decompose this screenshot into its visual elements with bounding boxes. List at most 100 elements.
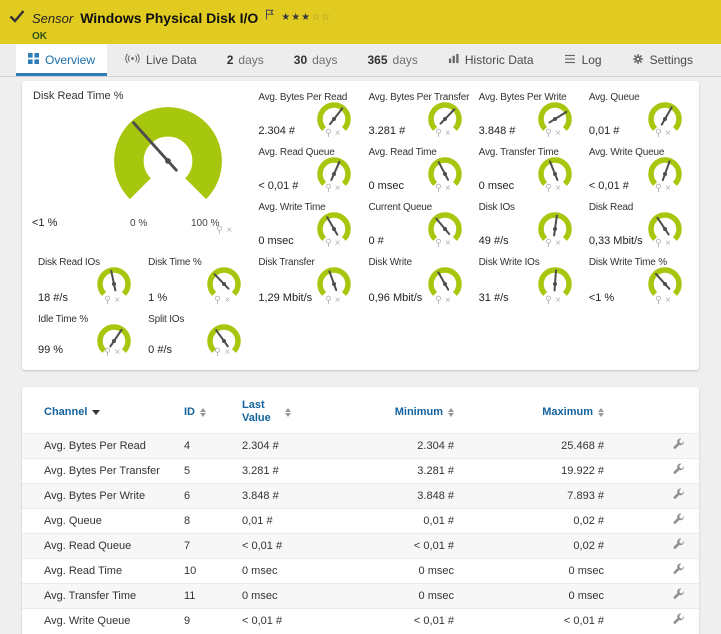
tab-30-days[interactable]: 30 days — [282, 44, 350, 76]
pin-icon[interactable] — [104, 344, 111, 362]
table-row[interactable]: Avg. Bytes Per Write 6 3.848 # 3.848 # 7… — [22, 483, 699, 508]
close-icon[interactable]: × — [665, 240, 671, 248]
pin-icon[interactable] — [655, 180, 662, 198]
channel-gauge[interactable]: Disk Time % 1 % × — [140, 254, 250, 311]
pin-icon[interactable] — [545, 292, 552, 310]
channel-gauge[interactable]: Avg. Queue 0,01 # × — [581, 89, 691, 144]
priority-stars[interactable]: ★★★☆☆ — [281, 13, 331, 23]
channel-settings-wrench-icon[interactable] — [672, 517, 685, 529]
channel-settings-wrench-icon[interactable] — [672, 592, 685, 604]
column-header-last-value[interactable]: Last Value — [242, 399, 348, 425]
close-icon[interactable]: × — [445, 130, 451, 138]
close-icon[interactable]: × — [335, 130, 341, 138]
channel-gauge[interactable]: Avg. Bytes Per Transfer 3.281 # × — [360, 89, 470, 144]
close-icon[interactable]: × — [224, 349, 230, 357]
channel-gauge[interactable]: Disk Write IOs 31 #/s × — [471, 254, 581, 311]
channel-gauge[interactable]: Avg. Read Time 0 msec × — [360, 144, 470, 199]
pin-icon[interactable] — [214, 292, 221, 310]
channel-gauge[interactable]: Idle Time % 99 % × — [30, 311, 140, 363]
channel-gauge[interactable]: Avg. Read Queue < 0,01 # × — [250, 144, 360, 199]
close-icon[interactable]: × — [555, 297, 561, 305]
pin-icon[interactable] — [545, 235, 552, 253]
close-icon[interactable]: × — [445, 185, 451, 193]
channel-settings-wrench-icon[interactable] — [672, 542, 685, 554]
pin-icon[interactable] — [325, 235, 332, 253]
channel-gauge[interactable]: Avg. Write Queue < 0,01 # × — [581, 144, 691, 199]
close-icon[interactable]: × — [445, 297, 451, 305]
tab-live-data[interactable]: Live Data — [113, 44, 209, 76]
sort-icon — [285, 408, 291, 417]
close-icon[interactable]: × — [555, 185, 561, 193]
cell-last-value: < 0,01 # — [242, 540, 348, 552]
pin-icon[interactable] — [435, 180, 442, 198]
channel-gauge[interactable]: Disk Transfer 1,29 Mbit/s × — [250, 254, 360, 311]
pin-icon[interactable] — [435, 235, 442, 253]
tab-historic-data[interactable]: Historic Data — [436, 44, 546, 76]
pin-icon[interactable] — [325, 292, 332, 310]
close-icon[interactable]: × — [665, 297, 671, 305]
channel-gauge[interactable]: Split IOs 0 #/s × — [140, 311, 250, 363]
channel-gauge[interactable]: Current Queue 0 # × — [360, 199, 470, 254]
tab-overview-label: Overview — [45, 53, 95, 67]
tab-log[interactable]: Log — [552, 44, 614, 76]
close-icon[interactable]: × — [335, 185, 341, 193]
column-header-channel[interactable]: Channel — [44, 406, 184, 418]
channel-gauge[interactable]: Disk IOs 49 #/s × — [471, 199, 581, 254]
close-icon[interactable]: × — [555, 240, 561, 248]
channel-settings-wrench-icon[interactable] — [672, 617, 685, 629]
pin-icon[interactable] — [216, 222, 223, 240]
flag-icon[interactable] — [265, 7, 274, 25]
cell-minimum: < 0,01 # — [348, 615, 454, 627]
column-header-minimum[interactable]: Minimum — [348, 406, 454, 418]
table-row[interactable]: Avg. Write Queue 9 < 0,01 # < 0,01 # < 0… — [22, 608, 699, 633]
tab-overview[interactable]: Overview — [16, 44, 107, 76]
channel-gauge[interactable]: Avg. Bytes Per Write 3.848 # × — [471, 89, 581, 144]
pin-icon[interactable] — [104, 292, 111, 310]
gauge-value: 99 % — [38, 344, 63, 356]
close-icon[interactable]: × — [335, 240, 341, 248]
primary-channel-gauge[interactable]: Disk Read Time % <1 % 0 % 100 % × — [30, 89, 250, 254]
table-row[interactable]: Avg. Read Time 10 0 msec 0 msec 0 msec — [22, 558, 699, 583]
close-icon[interactable]: × — [114, 297, 120, 305]
table-row[interactable]: Avg. Queue 8 0,01 # 0,01 # 0,02 # — [22, 508, 699, 533]
close-icon[interactable]: × — [665, 130, 671, 138]
close-icon[interactable]: × — [445, 240, 451, 248]
column-header-id[interactable]: ID — [184, 406, 242, 418]
tab-365-days[interactable]: 365 days — [355, 44, 429, 76]
tab-2-days[interactable]: 2 days — [215, 44, 276, 76]
pin-icon[interactable] — [435, 292, 442, 310]
close-icon[interactable]: × — [335, 297, 341, 305]
channel-settings-wrench-icon[interactable] — [672, 442, 685, 454]
table-row[interactable]: Avg. Transfer Time 11 0 msec 0 msec 0 ms… — [22, 583, 699, 608]
channel-gauge[interactable]: Avg. Transfer Time 0 msec × — [471, 144, 581, 199]
close-icon[interactable]: × — [224, 297, 230, 305]
table-row[interactable]: Avg. Read Queue 7 < 0,01 # < 0,01 # 0,02… — [22, 533, 699, 558]
pin-icon[interactable] — [325, 180, 332, 198]
pin-icon[interactable] — [545, 180, 552, 198]
channel-settings-wrench-icon[interactable] — [672, 467, 685, 479]
channel-gauge[interactable]: Avg. Bytes Per Read 2.304 # × — [250, 89, 360, 144]
table-row[interactable]: Avg. Bytes Per Read 4 2.304 # 2.304 # 25… — [22, 433, 699, 458]
pin-icon[interactable] — [655, 125, 662, 143]
channel-gauge[interactable]: Disk Read 0,33 Mbit/s × — [581, 199, 691, 254]
channel-gauge[interactable]: Disk Write Time % <1 % × — [581, 254, 691, 311]
channel-gauge[interactable]: Avg. Write Time 0 msec × — [250, 199, 360, 254]
pin-icon[interactable] — [545, 125, 552, 143]
tab-settings[interactable]: Settings — [620, 44, 705, 76]
pin-icon[interactable] — [214, 344, 221, 362]
cell-id: 4 — [184, 440, 242, 452]
close-icon[interactable]: × — [226, 227, 232, 235]
pin-icon[interactable] — [435, 125, 442, 143]
channel-settings-wrench-icon[interactable] — [672, 567, 685, 579]
pin-icon[interactable] — [655, 235, 662, 253]
close-icon[interactable]: × — [555, 130, 561, 138]
column-header-maximum[interactable]: Maximum — [454, 406, 604, 418]
table-row[interactable]: Avg. Bytes Per Transfer 5 3.281 # 3.281 … — [22, 458, 699, 483]
channel-settings-wrench-icon[interactable] — [672, 492, 685, 504]
close-icon[interactable]: × — [665, 185, 671, 193]
pin-icon[interactable] — [325, 125, 332, 143]
pin-icon[interactable] — [655, 292, 662, 310]
close-icon[interactable]: × — [114, 349, 120, 357]
channel-gauge[interactable]: Disk Read IOs 18 #/s × — [30, 254, 140, 311]
channel-gauge[interactable]: Disk Write 0,96 Mbit/s × — [360, 254, 470, 311]
